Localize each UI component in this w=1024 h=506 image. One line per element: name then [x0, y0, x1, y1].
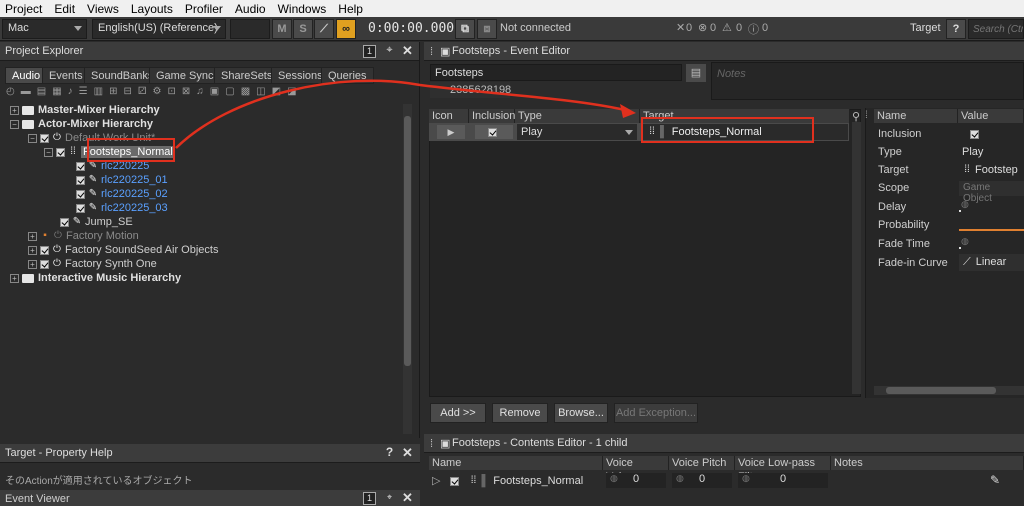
annotation-arrow	[175, 79, 636, 149]
